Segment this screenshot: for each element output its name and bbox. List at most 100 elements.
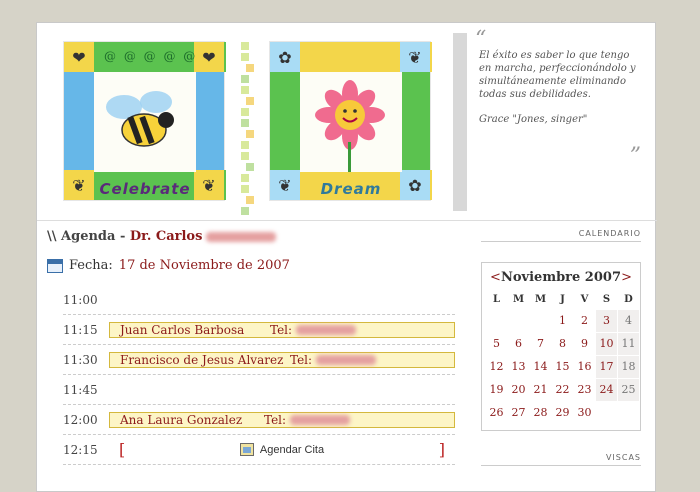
calendar-empty-cell xyxy=(486,310,507,332)
redacted-phone xyxy=(290,414,351,425)
calendar-day[interactable]: 7 xyxy=(530,333,551,355)
calendar-day[interactable]: 4 xyxy=(618,310,639,332)
leaf-icon: ❦ xyxy=(64,170,94,200)
calendar-heading: CALENDARIO xyxy=(481,229,641,242)
redacted-phone xyxy=(296,324,357,335)
new-appointment-slot: [ Agendar Cita ] xyxy=(109,440,455,459)
flower-illustration xyxy=(315,80,385,172)
fecha-row: Fecha: 17 de Noviembre de 2007 xyxy=(47,258,447,273)
calendar-day[interactable]: 8 xyxy=(552,333,573,355)
calendar-day[interactable]: 11 xyxy=(618,333,639,355)
dream-word: Dream xyxy=(320,180,382,198)
agenda-icon xyxy=(239,443,254,456)
calendar-day[interactable]: 13 xyxy=(508,356,529,378)
weekday-header: V xyxy=(580,294,589,305)
patient-name[interactable]: Francisco de Jesus Alvarez xyxy=(120,353,290,367)
calendar-day[interactable]: 9 xyxy=(574,333,595,355)
agendar-cita-button[interactable]: Agendar Cita xyxy=(239,443,324,456)
calendar-day[interactable]: 25 xyxy=(618,379,639,401)
time-slot: 12:00 Ana Laura Gonzalez Tel: xyxy=(63,405,455,435)
decorative-squares xyxy=(237,39,257,215)
prev-month-button[interactable]: < xyxy=(490,270,501,285)
doctor-name: Dr. Carlos xyxy=(129,229,203,244)
calendar-day[interactable]: 21 xyxy=(530,379,551,401)
appointment-entry[interactable]: Francisco de Jesus Alvarez Tel: xyxy=(109,351,455,368)
time-slot: 11:30 Francisco de Jesus Alvarez Tel: xyxy=(63,345,455,375)
leaf-icon: ❦ xyxy=(194,170,224,200)
calendar-day[interactable]: 12 xyxy=(486,356,507,378)
butterfly-icon: ✿ xyxy=(400,170,430,200)
heart-icon: ❤ xyxy=(194,42,224,72)
calendar-header: < Noviembre 2007 > xyxy=(486,267,636,287)
calendar-day[interactable]: 5 xyxy=(486,333,507,355)
calendar-day[interactable]: 22 xyxy=(552,379,573,401)
calendar-day[interactable]: 1 xyxy=(552,310,573,332)
slot-time: 12:15 xyxy=(63,442,98,457)
calendar-day[interactable]: 19 xyxy=(486,379,507,401)
calendar-empty-cell xyxy=(618,402,639,424)
fecha-label: Fecha: xyxy=(69,258,113,273)
appointment-entry[interactable]: Juan Carlos Barbosa Tel: xyxy=(109,321,455,338)
time-slot: 11:45 xyxy=(63,375,455,405)
celebrate-card-image: ❤ ❤ ❦ ❦ @ @ @ @ @ Celebrate xyxy=(63,41,226,201)
calendar-day[interactable]: 30 xyxy=(574,402,595,424)
weekday-header: M xyxy=(534,294,547,305)
heart-icon: ❤ xyxy=(64,42,94,72)
calendar-month: Noviembre 2007 xyxy=(501,269,621,285)
weekday-header: L xyxy=(492,294,501,305)
slot-time: 11:00 xyxy=(63,292,98,307)
patient-tel-label: Tel: xyxy=(270,322,293,337)
next-month-button[interactable]: > xyxy=(621,270,632,285)
quote-author: Grace "Jones, singer" xyxy=(479,114,588,125)
time-slot: 12:15 [ Agendar Cita ] xyxy=(63,435,455,465)
bee-illustration xyxy=(106,91,174,147)
calendar-day[interactable]: 16 xyxy=(574,356,595,378)
viscas-heading: VISCAS xyxy=(481,453,641,466)
quote-close-mark: ” xyxy=(629,144,641,169)
agendar-cita-label[interactable]: Agendar Cita xyxy=(260,444,324,456)
agenda-title: \\ Agenda - Dr. Carlos xyxy=(47,229,447,244)
redacted-surname xyxy=(206,231,277,242)
slot-time: 11:30 xyxy=(63,352,98,367)
leaf-icon: ❦ xyxy=(270,170,300,200)
patient-tel-label: Tel: xyxy=(264,412,287,427)
calendar-day[interactable]: 29 xyxy=(552,402,573,424)
calendar-day[interactable]: 26 xyxy=(486,402,507,424)
patient-name[interactable]: Ana Laura Gonzalez xyxy=(120,413,264,427)
agenda-prefix: \\ Agenda - xyxy=(47,229,130,244)
calendar-day[interactable]: 27 xyxy=(508,402,529,424)
celebrate-word: Celebrate xyxy=(99,180,191,198)
calendar-empty-cell xyxy=(596,402,617,424)
agenda-section: \\ Agenda - Dr. Carlos Fecha: 17 de Novi… xyxy=(47,229,455,465)
patient-name[interactable]: Juan Carlos Barbosa xyxy=(120,323,270,337)
calendar-day[interactable]: 15 xyxy=(552,356,573,378)
calendar-day[interactable]: 2 xyxy=(574,310,595,332)
appointment-entry[interactable]: Ana Laura Gonzalez Tel: xyxy=(109,411,455,428)
fecha-value: 17 de Noviembre de 2007 xyxy=(118,258,290,273)
banner: ❤ ❤ ❦ ❦ @ @ @ @ @ Celebrate ✿ ❦ ❦ ✿ Drea… xyxy=(37,23,657,221)
calendar-empty-cell xyxy=(508,310,529,332)
calendar-day[interactable]: 23 xyxy=(574,379,595,401)
bracket-open: [ xyxy=(119,440,126,459)
calendar-day[interactable]: 3 xyxy=(596,310,617,332)
calendar-day[interactable]: 18 xyxy=(618,356,639,378)
calendar-day[interactable]: 6 xyxy=(508,333,529,355)
quote-text: El éxito es saber lo que tengo en marcha… xyxy=(479,50,636,100)
slot-time: 12:00 xyxy=(63,412,98,427)
time-slot: 11:00 xyxy=(63,285,455,315)
calendar-icon[interactable] xyxy=(47,258,63,273)
calendar-day[interactable]: 14 xyxy=(530,356,551,378)
calendar-grid: L M M J V S D 1 2 3 4 5 6 7 8 9 10 11 12 13 14 15 16 17 18 19 20 21… xyxy=(486,291,639,424)
calendar-day[interactable]: 20 xyxy=(508,379,529,401)
calendar-day[interactable]: 17 xyxy=(596,356,617,378)
weekday-header: D xyxy=(624,294,633,305)
time-slots: 11:00 11:15 Juan Carlos Barbosa Tel: 11:… xyxy=(63,285,455,465)
leaf-icon: ❦ xyxy=(400,42,430,72)
dream-card-image: ✿ ❦ ❦ ✿ Dream xyxy=(269,41,432,201)
calendar-day[interactable]: 28 xyxy=(530,402,551,424)
bracket-close: ] xyxy=(438,440,445,459)
calendar-day[interactable]: 24 xyxy=(596,379,617,401)
quote-box: “ El éxito es saber lo que tengo en marc… xyxy=(453,29,649,211)
calendar-day[interactable]: 10 xyxy=(596,333,617,355)
slot-time: 11:45 xyxy=(63,382,98,397)
